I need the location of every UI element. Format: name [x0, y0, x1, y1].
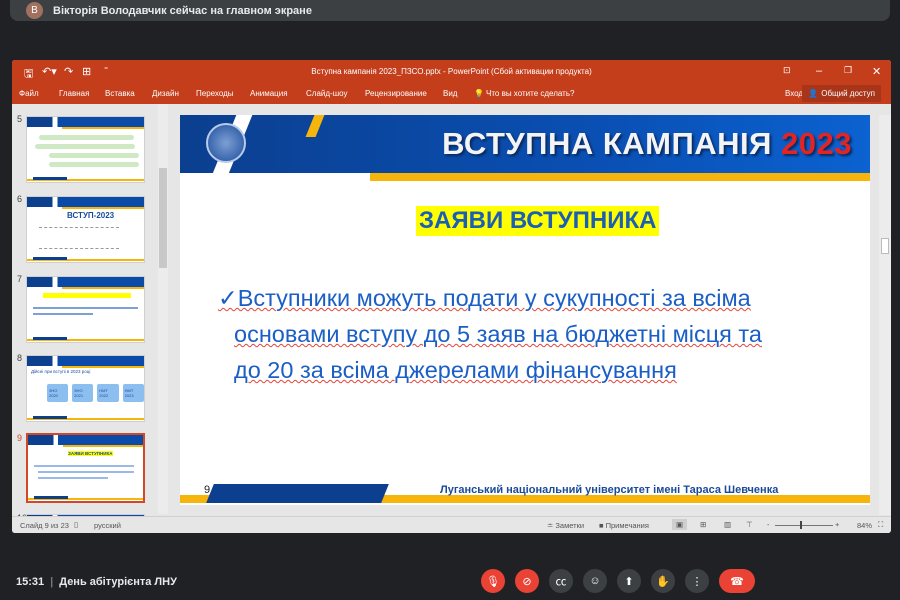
slide-subtitle: ЗАЯВИ ВСТУПНИКА — [416, 206, 660, 236]
ribbon-display-icon[interactable]: ⊡ — [783, 65, 791, 76]
tab-slideshow[interactable]: Слайд-шоу — [306, 89, 347, 98]
thumbnails-scrollbar[interactable] — [158, 104, 168, 514]
tab-animations[interactable]: Анимация — [250, 89, 288, 98]
slide-page-number: 9 — [204, 484, 211, 496]
thumb-number: 9 — [17, 433, 23, 443]
share-label: Общий доступ — [821, 89, 875, 98]
meeting-controls: 🎙 ⊘ ㏄ ☺ ⬆ ✋ ⋮ ☎ — [481, 569, 755, 593]
thumbnails-scroll-thumb[interactable] — [159, 168, 167, 268]
slide-thumbnail-7[interactable] — [26, 276, 145, 343]
notes-label: Заметки — [555, 521, 585, 530]
tab-view[interactable]: Вид — [443, 89, 457, 98]
slide-footer: Луганський національний університет імен… — [440, 484, 779, 496]
thumb-box: ЗНО 2020 — [47, 384, 69, 402]
header-text: ВСТУПНА КАМПАНІЯ — [442, 126, 782, 161]
university-logo — [206, 123, 246, 163]
more-options-icon[interactable]: ⋮ — [685, 569, 709, 593]
zoom-level[interactable]: 84% — [857, 521, 872, 530]
slide-thumbnail-5[interactable] — [26, 116, 145, 183]
slide-thumbnail-8[interactable]: Дійсні при вступі в 2023 році ЗНО 2020 З… — [26, 355, 145, 422]
divider: | — [50, 576, 54, 588]
tab-insert[interactable]: Вставка — [105, 89, 135, 98]
spellcheck-icon[interactable]: ▯ — [74, 520, 78, 529]
slide-scrollbar[interactable] — [879, 115, 891, 515]
fit-slide-icon[interactable]: ⛶ — [878, 520, 883, 530]
thumb-box: ЗНО 2021 — [72, 384, 94, 402]
thumb-box: НМТ 2022 — [97, 384, 119, 402]
zoom-slider[interactable] — [775, 525, 833, 526]
tell-me-input[interactable]: Что вы хотите сделать? — [486, 89, 574, 98]
tab-transitions[interactable]: Переходы — [196, 89, 234, 98]
presenter-text: Вікторія Володавчик сейчас на главном эк… — [53, 4, 312, 17]
ribbon-tabs: Файл Главная Вставка Дизайн Переходы Ани… — [12, 83, 891, 104]
reading-view-button[interactable]: ▥ — [724, 520, 731, 529]
thumb-text: ЗАЯВИ ВСТУПНИКА — [68, 451, 113, 456]
lightbulb-icon: 💡 — [474, 89, 484, 98]
body-line: до 20 за всіма джерелами фінансування — [234, 357, 677, 383]
language[interactable]: русский — [94, 521, 121, 530]
tab-review[interactable]: Рецензирование — [365, 89, 427, 98]
body-line: ✓Вступники можуть подати у сукупності за… — [218, 285, 751, 311]
slide-counter: Слайд 9 из 23 — [20, 521, 69, 530]
normal-view-button[interactable]: ▣ — [672, 519, 688, 530]
status-bar: Слайд 9 из 23 ▯ русский ≐ Заметки ■ Прим… — [12, 516, 891, 533]
zoom-out-button[interactable]: - — [767, 520, 770, 529]
meeting-info: 15:31 | День абітурієнта ЛНУ — [16, 576, 177, 588]
share-button[interactable]: 👤 Общий доступ — [802, 85, 881, 102]
minimize-button[interactable]: – — [816, 65, 822, 77]
mic-off-icon[interactable]: 🎙 — [481, 569, 505, 593]
slide-header-title: ВСТУПНА КАМПАНІЯ 2023 — [442, 126, 852, 162]
slide-thumbnails-panel: 5 6 ВСТУП-2023 7 8 Дійсні при вступі в 2… — [12, 104, 170, 523]
header-year: 2023 — [781, 126, 852, 161]
sorter-view-button[interactable]: ⊞ — [700, 520, 706, 529]
restore-button[interactable]: ❐ — [844, 65, 852, 76]
zoom-in-button[interactable]: + — [835, 520, 839, 529]
decor — [206, 484, 389, 503]
document-title: Вступна кампанія 2023_ПЗСО.pptx - PowerP… — [311, 67, 592, 76]
camera-off-icon[interactable]: ⊘ — [515, 569, 539, 593]
thumb-number: 8 — [17, 353, 23, 363]
notes-button[interactable]: ≐ Заметки — [547, 521, 584, 530]
title-bar: 🖫 ↶▾ ↷ ⊞ ⁼ Вступна кампанія 2023_ПЗСО.pp… — [12, 60, 891, 83]
end-call-icon[interactable]: ☎ — [719, 569, 755, 593]
raise-hand-icon[interactable]: ✋ — [651, 569, 675, 593]
zoom-slider-thumb[interactable] — [800, 521, 802, 529]
thumb-number: 7 — [17, 274, 23, 284]
slide-body: ✓Вступники можуть подати у сукупності за… — [218, 280, 858, 388]
meeting-name: День абітурієнта ЛНУ — [59, 576, 177, 588]
slide-thumbnail-9[interactable]: ЗАЯВИ ВСТУПНИКА — [26, 433, 145, 503]
slideshow-button[interactable]: ⊤ — [746, 520, 753, 529]
tab-home[interactable]: Главная — [59, 89, 89, 98]
tab-design[interactable]: Дизайн — [152, 89, 179, 98]
slide-scroll-thumb[interactable] — [881, 238, 889, 254]
slide-canvas[interactable]: ВСТУПНА КАМПАНІЯ 2023 ЗАЯВИ ВСТУПНИКА ✓В… — [180, 115, 870, 505]
slide-thumbnail-6[interactable]: ВСТУП-2023 — [26, 196, 145, 263]
close-button[interactable]: ✕ — [872, 65, 881, 78]
present-screen-icon[interactable]: ⬆ — [617, 569, 641, 593]
decor — [370, 173, 870, 181]
thumb-text: Дійсні при вступі в 2023 році — [31, 369, 91, 374]
body-line: основами вступу до 5 заяв на бюджетні мі… — [234, 321, 762, 347]
avatar: В — [26, 2, 43, 19]
thumb-box: НМТ 2023 — [122, 384, 144, 402]
clock: 15:31 — [16, 576, 45, 588]
thumb-text: ВСТУП-2023 — [67, 211, 115, 220]
presentation-banner: В Вікторія Володавчик сейчас на главном … — [10, 0, 890, 21]
tab-file[interactable]: Файл — [19, 89, 39, 98]
person-icon: 👤 — [808, 89, 819, 98]
thumb-number: 5 — [17, 114, 23, 124]
comments-label: Примечания — [605, 521, 649, 530]
powerpoint-window: 🖫 ↶▾ ↷ ⊞ ⁼ Вступна кампанія 2023_ПЗСО.pp… — [12, 60, 891, 533]
comments-button[interactable]: ■ Примечания — [599, 521, 649, 530]
captions-icon[interactable]: ㏄ — [549, 569, 573, 593]
thumb-number: 6 — [17, 194, 23, 204]
signin-link[interactable]: Вход — [785, 89, 803, 98]
emoji-icon[interactable]: ☺ — [583, 569, 607, 593]
